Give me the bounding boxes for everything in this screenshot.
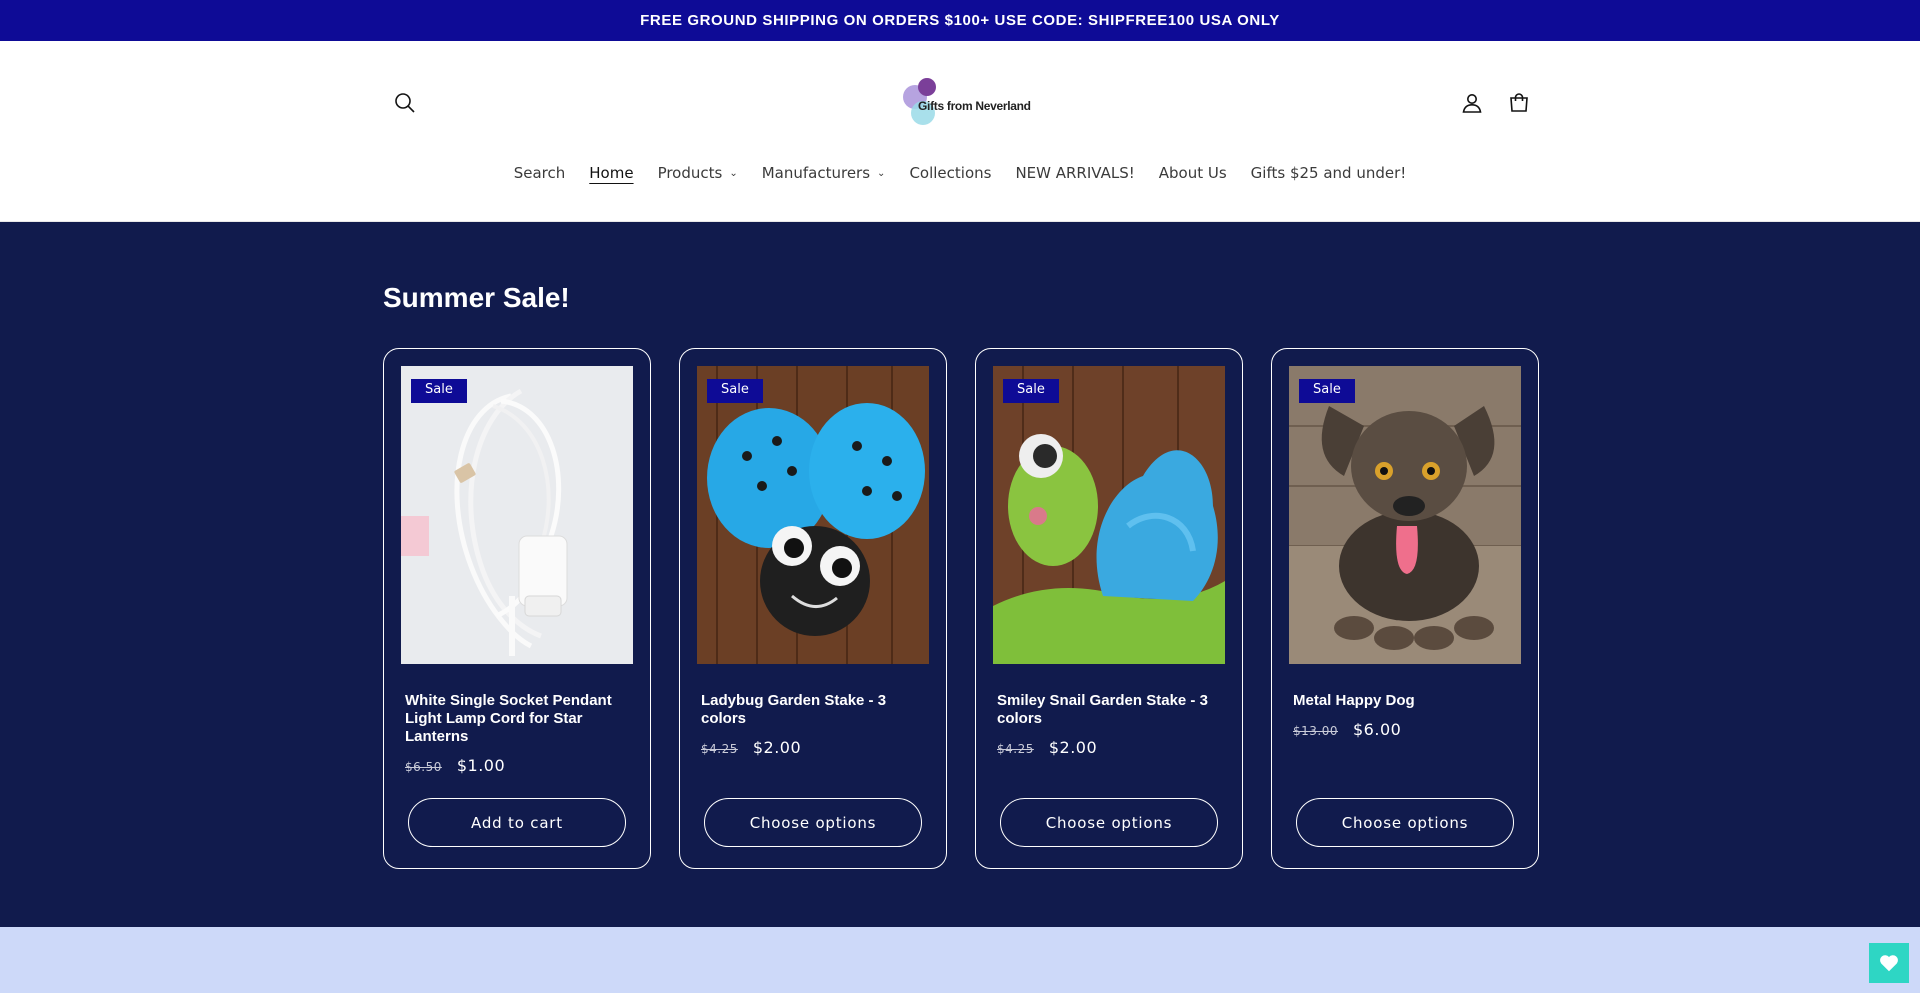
price-sale: $2.00 — [1048, 738, 1098, 757]
section-title: Summer Sale! — [383, 282, 570, 313]
price-sale: $2.00 — [752, 738, 802, 757]
price-original: $4.25 — [997, 742, 1034, 756]
nav-item-collections[interactable]: Collections — [897, 164, 1003, 182]
product-card[interactable]: Sale Smiley Snail Garden Stake - 3 color… — [975, 348, 1243, 869]
price-sale: $6.00 — [1353, 720, 1402, 739]
nav-item-search[interactable]: Search — [502, 164, 578, 182]
price-sale: $1.00 — [456, 756, 506, 775]
nav-item-manufacturers[interactable]: Manufacturers ⌄ — [750, 164, 898, 182]
account-icon[interactable] — [1452, 83, 1492, 123]
nav-item-about-us[interactable]: About Us — [1147, 164, 1239, 182]
product-image-ladybug[interactable]: Sale — [697, 366, 929, 664]
chevron-down-icon: ⌄ — [729, 167, 738, 179]
sale-badge: Sale — [1003, 379, 1059, 403]
search-icon[interactable] — [385, 83, 425, 123]
sale-badge: Sale — [1299, 379, 1355, 403]
product-card[interactable]: Sale White Single Socket Pendant Light L… — [383, 348, 651, 869]
next-section — [0, 927, 1920, 993]
nav-item-products-label: Products — [657, 164, 723, 182]
nav-item-home[interactable]: Home — [577, 164, 645, 182]
price-original: $4.25 — [701, 742, 738, 756]
choose-options-button[interactable]: Choose options — [1296, 798, 1514, 847]
price-row: $6.50 $1.00 — [405, 756, 505, 775]
nav-item-products[interactable]: Products ⌄ — [646, 164, 750, 182]
cart-icon[interactable] — [1499, 83, 1539, 123]
sale-badge: Sale — [707, 379, 763, 403]
price-row: $4.25 $2.00 — [701, 738, 801, 757]
sale-badge: Sale — [411, 379, 467, 403]
announcement-text: FREE GROUND SHIPPING ON ORDERS $100+ USE… — [640, 12, 1280, 29]
announcement-bar: FREE GROUND SHIPPING ON ORDERS $100+ USE… — [0, 0, 1920, 41]
summer-sale-section: Summer Sale! Sale White Single Socket Pe… — [0, 222, 1920, 927]
product-title[interactable]: Smiley Snail Garden Stake - 3 colors — [997, 692, 1223, 728]
product-card[interactable]: Sale Metal Happy Dog $13.00 $6.00 Choose… — [1271, 348, 1539, 869]
product-title[interactable]: Ladybug Garden Stake - 3 colors — [701, 692, 927, 728]
product-image-snail[interactable]: Sale — [993, 366, 1225, 664]
price-original: $13.00 — [1293, 724, 1338, 738]
price-row: $4.25 $2.00 — [997, 738, 1097, 757]
product-title[interactable]: Metal Happy Dog — [1293, 692, 1519, 710]
product-card[interactable]: Sale Ladybug Garden Stake - 3 colors $4.… — [679, 348, 947, 869]
price-row: $13.00 $6.00 — [1293, 720, 1401, 739]
nav-item-manufacturers-label: Manufacturers — [761, 164, 871, 182]
product-title[interactable]: White Single Socket Pendant Light Lamp C… — [405, 692, 631, 746]
add-to-cart-button[interactable]: Add to cart — [408, 798, 626, 847]
product-image-metal-dog[interactable]: Sale — [1289, 366, 1521, 664]
chevron-down-icon: ⌄ — [877, 167, 886, 179]
nav-item-new-arrivals[interactable]: NEW ARRIVALS! — [1003, 164, 1146, 182]
nav-item-gifts-under-25[interactable]: Gifts $25 and under! — [1239, 164, 1419, 182]
product-grid: Sale White Single Socket Pendant Light L… — [383, 348, 1539, 869]
choose-options-button[interactable]: Choose options — [704, 798, 922, 847]
logo-text: Gifts from Neverland — [918, 99, 1031, 113]
site-header: Gifts from Neverland Search Home Product… — [0, 41, 1920, 222]
product-image-lamp-cord[interactable]: Sale — [401, 366, 633, 664]
heart-icon[interactable] — [1869, 943, 1909, 983]
main-nav: Search Home Products ⌄ Manufacturers ⌄ C… — [0, 164, 1920, 182]
store-logo[interactable]: Gifts from Neverland — [895, 77, 1031, 133]
price-original: $6.50 — [405, 760, 442, 774]
choose-options-button[interactable]: Choose options — [1000, 798, 1218, 847]
